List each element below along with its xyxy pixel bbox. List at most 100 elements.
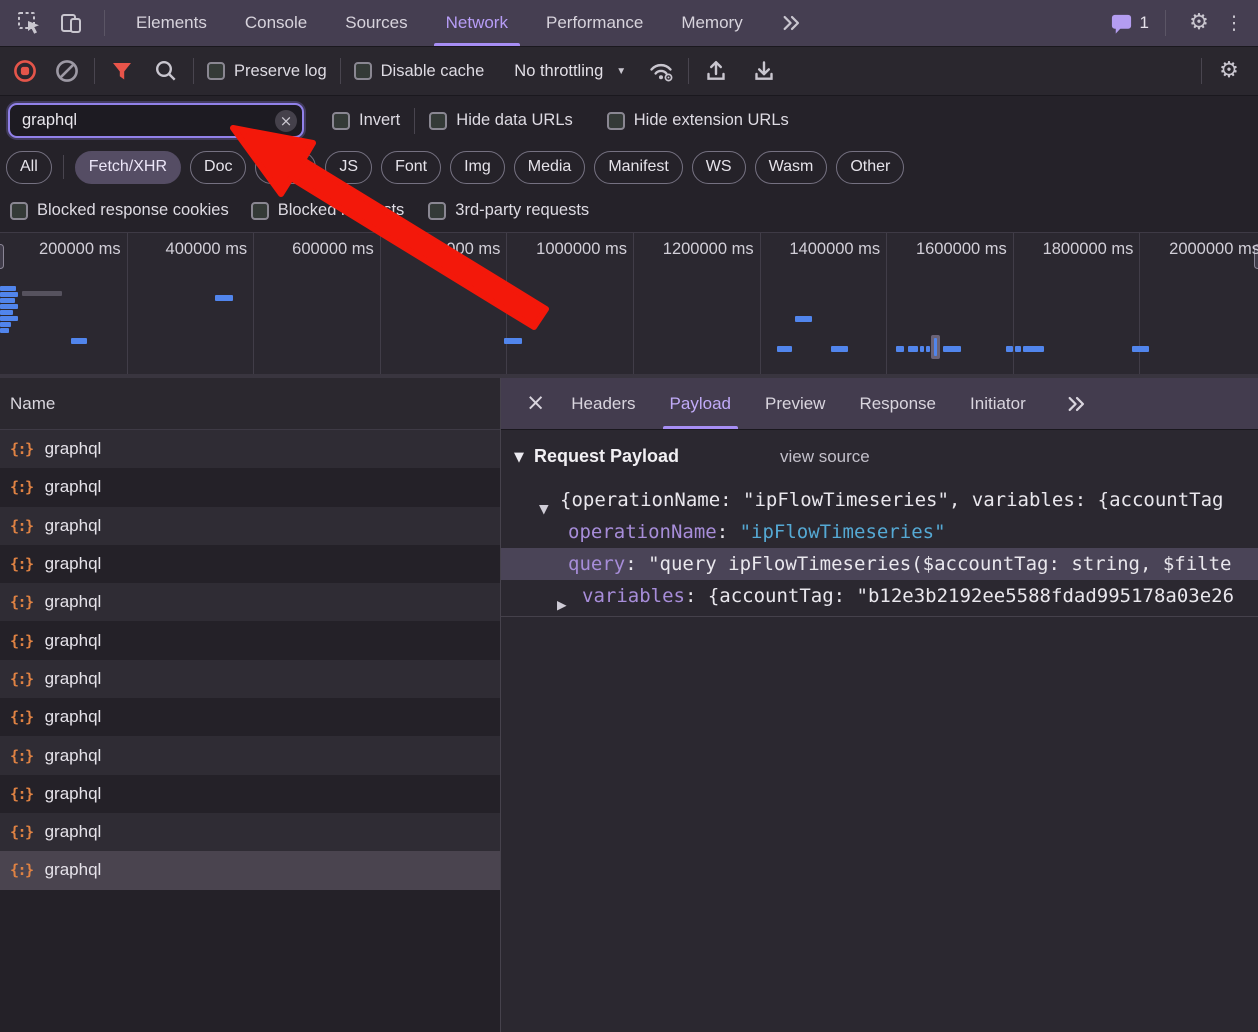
type-chip-manifest[interactable]: Manifest bbox=[594, 151, 682, 184]
filter-icon[interactable] bbox=[105, 54, 139, 88]
request-row[interactable]: {:}graphql bbox=[0, 621, 500, 659]
blocked-response-cookies-label: Blocked response cookies bbox=[37, 201, 229, 220]
inspect-element-icon[interactable] bbox=[8, 3, 50, 43]
triangle-down-icon[interactable]: ▼ bbox=[539, 493, 549, 516]
request-row[interactable]: {:}graphql bbox=[0, 736, 500, 774]
request-list: {:}graphql{:}graphql{:}graphql{:}graphql… bbox=[0, 430, 500, 890]
devtools-window: ElementsConsoleSourcesNetworkPerformance… bbox=[0, 0, 1258, 1032]
tab-initiator[interactable]: Initiator bbox=[953, 378, 1043, 429]
payload-row-text: query: "query ipFlowTimeseries($accountT… bbox=[568, 548, 1231, 580]
tab-payload[interactable]: Payload bbox=[653, 378, 748, 429]
waterfall-bar bbox=[777, 346, 792, 352]
view-source-link[interactable]: view source bbox=[780, 447, 870, 467]
request-name: graphql bbox=[45, 822, 102, 842]
invert-checkbox[interactable] bbox=[332, 112, 350, 130]
blocked-response-cookies-checkbox[interactable] bbox=[10, 202, 28, 220]
request-name: graphql bbox=[45, 707, 102, 727]
network-settings-icon[interactable]: ⚙ bbox=[1212, 54, 1246, 88]
type-chip-other[interactable]: Other bbox=[836, 151, 904, 184]
waterfall-bar bbox=[0, 316, 18, 321]
tab-headers[interactable]: Headers bbox=[554, 378, 652, 429]
record-network-log-icon[interactable] bbox=[8, 54, 42, 88]
settings-icon[interactable]: ⚙ bbox=[1178, 3, 1220, 43]
close-icon[interactable]: × bbox=[526, 392, 545, 415]
disable-cache-label: Disable cache bbox=[381, 62, 485, 81]
waterfall-bar bbox=[1132, 346, 1149, 352]
request-row[interactable]: {:}graphql bbox=[0, 468, 500, 506]
type-chip-js[interactable]: JS bbox=[325, 151, 372, 184]
more-tabs-icon[interactable] bbox=[762, 0, 822, 46]
search-icon[interactable] bbox=[149, 54, 183, 88]
blocked-requests-label: Blocked requests bbox=[278, 201, 405, 220]
type-chip-ws[interactable]: WS bbox=[692, 151, 746, 184]
export-har-icon[interactable] bbox=[747, 54, 781, 88]
network-toolbar: Preserve log Disable cache No throttling… bbox=[0, 47, 1258, 96]
type-chip-font[interactable]: Font bbox=[381, 151, 441, 184]
waterfall-bar bbox=[926, 346, 930, 352]
payload-tree-row[interactable]: ▼{operationName: "ipFlowTimeseries", var… bbox=[501, 484, 1258, 516]
hide-extension-urls-label: Hide extension URLs bbox=[634, 111, 789, 130]
request-payload-section[interactable]: ▼ Request Payload view source bbox=[501, 441, 1258, 477]
menu-kebab-icon[interactable]: ⋮ bbox=[1220, 3, 1248, 43]
type-chip-img[interactable]: Img bbox=[450, 151, 505, 184]
request-name: graphql bbox=[45, 592, 102, 612]
waterfall-bar bbox=[908, 346, 918, 352]
json-braces-icon: {:} bbox=[10, 747, 33, 765]
type-chip-all[interactable]: All bbox=[6, 151, 52, 184]
preserve-log-checkbox[interactable] bbox=[207, 62, 225, 80]
waterfall-bar bbox=[831, 346, 848, 352]
request-row[interactable]: {:}graphql bbox=[0, 775, 500, 813]
tab-preview[interactable]: Preview bbox=[748, 378, 842, 429]
request-row[interactable]: {:}graphql bbox=[0, 430, 500, 468]
hide-data-urls-checkbox[interactable] bbox=[429, 112, 447, 130]
time-label: 1400000 ms bbox=[760, 240, 881, 260]
tab-sources[interactable]: Sources bbox=[326, 0, 426, 46]
more-detail-tabs-icon[interactable] bbox=[1049, 378, 1105, 429]
tab-network[interactable]: Network bbox=[427, 0, 527, 46]
request-row[interactable]: {:}graphql bbox=[0, 583, 500, 621]
waterfall-bar bbox=[1006, 346, 1013, 352]
waterfall-bar bbox=[896, 346, 904, 352]
request-row[interactable]: {:}graphql bbox=[0, 545, 500, 583]
waterfall-bar bbox=[943, 346, 961, 352]
request-row[interactable]: {:}graphql bbox=[0, 507, 500, 545]
name-column-header[interactable]: Name bbox=[0, 378, 500, 430]
blocked-requests-checkbox[interactable] bbox=[251, 202, 269, 220]
tab-console[interactable]: Console bbox=[226, 0, 326, 46]
type-chip-media[interactable]: Media bbox=[514, 151, 586, 184]
third-party-requests-checkbox[interactable] bbox=[428, 202, 446, 220]
payload-content: ▼ Request Payload view source ▼{operatio… bbox=[501, 430, 1258, 1032]
throttling-value: No throttling bbox=[514, 62, 603, 81]
request-row[interactable]: {:}graphql bbox=[0, 851, 500, 889]
request-row[interactable]: {:}graphql bbox=[0, 660, 500, 698]
request-row[interactable]: {:}graphql bbox=[0, 698, 500, 736]
tab-performance[interactable]: Performance bbox=[527, 0, 662, 46]
network-conditions-icon[interactable] bbox=[644, 54, 678, 88]
payload-row-text: operationName: "ipFlowTimeseries" bbox=[568, 516, 946, 548]
waterfall-bar bbox=[71, 338, 87, 344]
hide-extension-urls-checkbox[interactable] bbox=[607, 112, 625, 130]
issues-indicator[interactable]: 1 bbox=[1110, 12, 1149, 35]
triangle-right-icon[interactable]: ▶ bbox=[557, 589, 567, 612]
clear-filter-icon[interactable]: × bbox=[275, 110, 297, 132]
type-chip-wasm[interactable]: Wasm bbox=[755, 151, 828, 184]
type-chip-fetch-xhr[interactable]: Fetch/XHR bbox=[75, 151, 181, 184]
waterfall-bar bbox=[0, 298, 15, 303]
network-overview-timeline[interactable]: 200000 ms400000 ms600000 ms800000 ms1000… bbox=[0, 232, 1258, 378]
device-toolbar-icon[interactable] bbox=[50, 3, 92, 43]
import-har-icon[interactable] bbox=[699, 54, 733, 88]
payload-tree-row[interactable]: operationName: "ipFlowTimeseries" bbox=[501, 516, 1258, 548]
payload-tree-row[interactable]: ▶variables: {accountTag: "b12e3b2192ee55… bbox=[501, 580, 1258, 612]
throttling-dropdown[interactable]: No throttling ▼ bbox=[514, 62, 626, 81]
request-row[interactable]: {:}graphql bbox=[0, 813, 500, 851]
type-chip-doc[interactable]: Doc bbox=[190, 151, 246, 184]
tab-elements[interactable]: Elements bbox=[117, 0, 226, 46]
type-chip-css[interactable]: CSS bbox=[255, 151, 316, 184]
tab-memory[interactable]: Memory bbox=[662, 0, 761, 46]
clear-network-log-icon[interactable] bbox=[50, 54, 84, 88]
payload-tree-row[interactable]: query: "query ipFlowTimeseries($accountT… bbox=[501, 548, 1258, 580]
disable-cache-checkbox[interactable] bbox=[354, 62, 372, 80]
time-label: 400000 ms bbox=[127, 240, 248, 260]
tab-response[interactable]: Response bbox=[842, 378, 953, 429]
filter-input[interactable] bbox=[8, 103, 304, 138]
